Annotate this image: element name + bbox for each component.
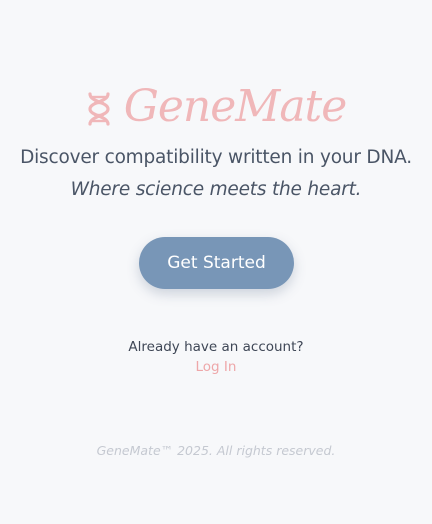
brand-name: GeneMate bbox=[123, 81, 348, 132]
brand-header: GeneMate bbox=[0, 74, 432, 140]
subtagline: Where science meets the heart. bbox=[70, 179, 362, 200]
dna-icon bbox=[88, 92, 110, 126]
account-prompt: Already have an account? bbox=[128, 339, 304, 355]
login-link[interactable]: Log In bbox=[0, 358, 432, 376]
get-started-button[interactable]: Get Started bbox=[139, 237, 294, 289]
footer-copyright: GeneMate™ 2025. All rights reserved. bbox=[96, 443, 336, 458]
tagline: Discover compatibility written in your D… bbox=[20, 147, 412, 168]
